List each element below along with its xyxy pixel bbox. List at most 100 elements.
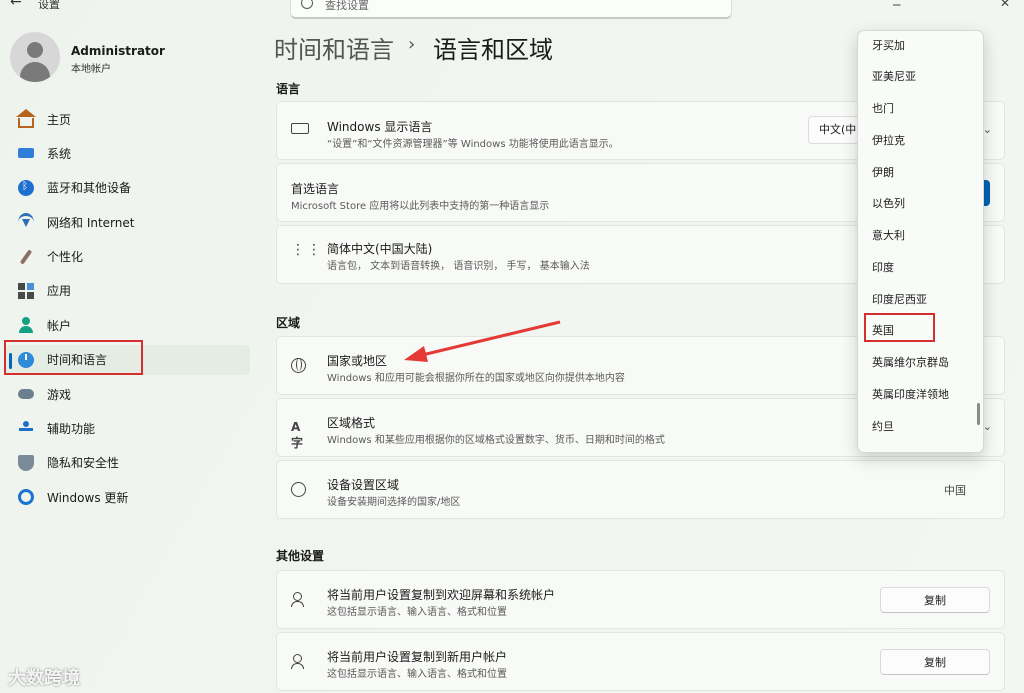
dropdown-option[interactable]: 牙买加 xyxy=(872,37,905,53)
sidebar-item-personalization[interactable]: 个性化 xyxy=(6,242,250,272)
sidebar-item-label: 系统 xyxy=(47,146,72,161)
bluetooth-icon xyxy=(18,179,34,196)
section-title-other: 其他设置 xyxy=(276,549,325,563)
account-icon xyxy=(18,317,34,334)
dropdown-option[interactable]: 伊朗 xyxy=(872,164,894,180)
highlight-box-sidebar xyxy=(4,340,143,375)
user-settings-icon xyxy=(291,653,307,670)
arrow-shaft xyxy=(417,320,561,358)
card-title: 将当前用户设置复制到欢迎屏幕和系统帐户 xyxy=(327,588,556,602)
section-title-language: 语言 xyxy=(276,82,301,96)
dropdown-option[interactable]: 英属印度洋领地 xyxy=(872,386,949,402)
home-icon xyxy=(16,109,36,128)
sidebar-item-accounts[interactable]: 帐户 xyxy=(6,310,250,340)
wifi-icon xyxy=(18,212,34,232)
monitor-icon xyxy=(291,122,309,134)
sidebar-item-privacy[interactable]: 隐私和安全性 xyxy=(6,448,250,478)
region-format-icon: A字 xyxy=(291,419,304,450)
globe-icon xyxy=(291,357,306,373)
highlight-box-option xyxy=(864,313,935,342)
dropdown-option[interactable]: 也门 xyxy=(872,100,894,116)
card-title: 区域格式 xyxy=(327,416,376,430)
sidebar-item-label: 辅助功能 xyxy=(47,422,96,437)
sidebar-item-label: 应用 xyxy=(47,284,72,299)
avatar[interactable] xyxy=(10,32,60,82)
minimize-button[interactable]: ─ xyxy=(893,0,900,12)
annotation-arrow xyxy=(404,320,561,362)
drag-handle-icon[interactable]: ⋮⋮ xyxy=(291,243,321,263)
sidebar-item-label: 隐私和安全性 xyxy=(47,456,120,471)
card-title: 国家或地区 xyxy=(327,354,388,368)
avatar-body xyxy=(20,62,50,82)
watermark: 大数跨境 xyxy=(8,668,80,689)
dropdown-option[interactable]: 印度尼西亚 xyxy=(872,291,927,307)
apps-icon xyxy=(18,282,34,299)
card-title: 首选语言 xyxy=(291,182,340,196)
gamepad-icon xyxy=(18,389,34,400)
arrow-head xyxy=(404,346,428,362)
back-arrow-icon[interactable]: ← xyxy=(10,0,22,10)
scrollbar-thumb[interactable] xyxy=(977,403,980,425)
search-box[interactable]: 查找设置 xyxy=(290,0,732,19)
system-icon xyxy=(18,148,34,159)
avatar-head xyxy=(27,42,43,58)
dropdown-option[interactable]: 以色列 xyxy=(872,195,905,211)
card-title: 设备设置区域 xyxy=(327,478,400,492)
sidebar-item-apps[interactable]: 应用 xyxy=(6,276,250,306)
sidebar-item-bluetooth[interactable]: 蓝牙和其他设备 xyxy=(6,173,250,203)
dropdown-option[interactable]: 约旦 xyxy=(872,418,894,434)
globe-lock-icon xyxy=(291,481,306,497)
country-dropdown-list[interactable]: 牙买加 亚美尼亚 也门 伊拉克 伊朗 以色列 意大利 印度 印度尼西亚 英国 英… xyxy=(857,30,984,453)
page-title: 语言和区域 xyxy=(433,36,553,64)
sidebar-item-network[interactable]: 网络和 Internet xyxy=(6,207,250,237)
dropdown-option[interactable]: 英属维尔京群岛 xyxy=(872,354,949,370)
card-subtitle: 设备安装期间选择的国家/地区 xyxy=(327,497,461,508)
device-region-value: 中国 xyxy=(944,483,966,497)
sidebar-item-label: Windows 更新 xyxy=(47,490,129,505)
search-icon xyxy=(301,0,313,9)
card-title: 简体中文(中国大陆) xyxy=(327,242,433,256)
chevron-down-icon[interactable]: ⌄ xyxy=(983,123,992,136)
close-button[interactable]: ✕ xyxy=(1000,0,1010,10)
search-placeholder: 查找设置 xyxy=(325,0,369,12)
shield-icon xyxy=(18,454,34,471)
sidebar-item-label: 网络和 Internet xyxy=(47,215,135,230)
sidebar-item-windows-update[interactable]: Windows 更新 xyxy=(6,482,250,512)
sidebar-item-gaming[interactable]: 游戏 xyxy=(6,379,250,409)
accessibility-icon xyxy=(18,420,34,437)
sidebar-item-label: 帐户 xyxy=(47,318,72,333)
update-icon xyxy=(18,489,34,506)
card-subtitle: 这包括显示语言、输入语言、格式和位置 xyxy=(327,607,507,618)
card-subtitle: Windows 和应用可能会根据你所在的国家或地区向你提供本地内容 xyxy=(327,373,625,384)
sidebar-nav: 主页 系统 蓝牙和其他设备 网络和 Internet 个性化 应用 帐户 时间和… xyxy=(6,104,250,517)
sidebar-item-home[interactable]: 主页 xyxy=(6,104,250,134)
dropdown-option[interactable]: 伊拉克 xyxy=(872,132,905,148)
card-subtitle: Windows 和某些应用根据你的区域格式设置数字、货币、日期和时间的格式 xyxy=(327,435,665,446)
sidebar-item-label: 游戏 xyxy=(47,387,72,402)
dropdown-option[interactable]: 亚美尼亚 xyxy=(872,68,916,84)
card-subtitle: “设置”和“文件资源管理器”等 Windows 功能将使用此语言显示。 xyxy=(327,139,619,150)
sidebar-item-label: 蓝牙和其他设备 xyxy=(47,181,132,196)
card-title: Windows 显示语言 xyxy=(327,120,433,134)
user-name: Administrator xyxy=(71,44,165,58)
section-title-region: 区域 xyxy=(276,316,301,330)
card-copy-new-user: 将当前用户设置复制到新用户帐户 这包括显示语言、输入语言、格式和位置 复制 xyxy=(276,632,1005,691)
card-subtitle: 语言包， 文本到语音转换， 语音识别， 手写， 基本输入法 xyxy=(327,261,590,272)
dropdown-option[interactable]: 意大利 xyxy=(872,227,905,243)
app-title: 设置 xyxy=(38,0,60,11)
dropdown-option[interactable]: 印度 xyxy=(872,259,894,275)
copy-welcome-button[interactable]: 复制 xyxy=(880,587,990,613)
sidebar-item-system[interactable]: 系统 xyxy=(6,138,250,168)
breadcrumb-separator: › xyxy=(408,34,416,55)
card-copy-welcome: 将当前用户设置复制到欢迎屏幕和系统帐户 这包括显示语言、输入语言、格式和位置 复… xyxy=(276,570,1005,629)
sidebar-item-accessibility[interactable]: 辅助功能 xyxy=(6,414,250,444)
card-device-region: 设备设置区域 设备安装期间选择的国家/地区 中国 xyxy=(276,460,1005,519)
breadcrumb-parent[interactable]: 时间和语言 xyxy=(274,30,394,65)
copy-new-user-button[interactable]: 复制 xyxy=(880,649,990,675)
chevron-down-icon[interactable]: ⌄ xyxy=(983,420,992,433)
sidebar-item-label: 主页 xyxy=(47,112,72,127)
brush-icon xyxy=(19,248,33,265)
card-title: 将当前用户设置复制到新用户帐户 xyxy=(327,650,508,664)
title-bar: ← 设置 查找设置 ─ ✕ xyxy=(0,0,1024,19)
card-subtitle: 这包括显示语言、输入语言、格式和位置 xyxy=(327,669,507,680)
